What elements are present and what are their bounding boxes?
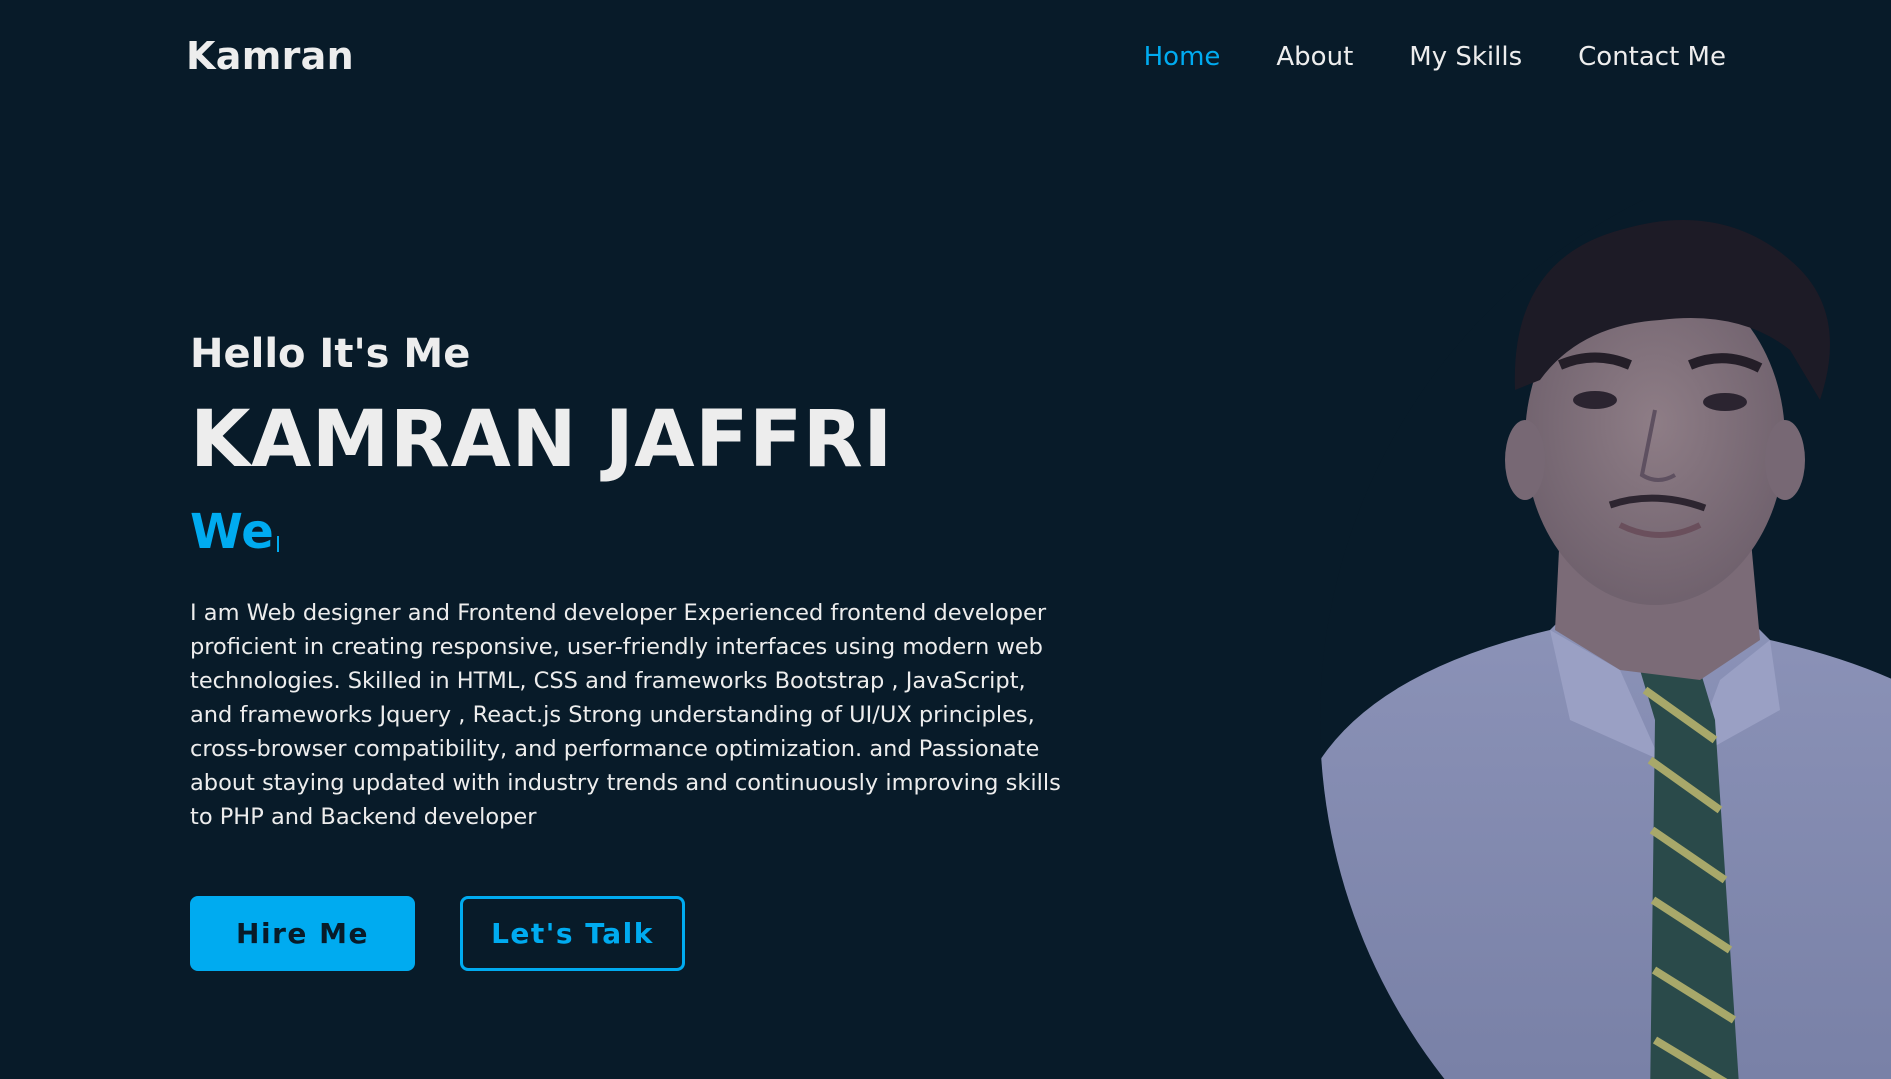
profile-photo (1320, 200, 1891, 1079)
hire-me-button[interactable]: Hire Me (190, 895, 415, 971)
hero-button-group: Hire Me Let's Talk (190, 895, 1090, 971)
typing-text: We (190, 503, 274, 560)
profile-image-container (1320, 200, 1891, 1079)
nav-link-contact-me[interactable]: Contact Me (1578, 42, 1726, 72)
lets-talk-button[interactable]: Let's Talk (460, 895, 685, 971)
nav-link-about[interactable]: About (1276, 42, 1353, 72)
hero-name: KAMRAN JAFFRI (190, 395, 893, 485)
portfolio-page: Kamran Home About My Skills Contact Me H… (0, 0, 1891, 1079)
hero-greeting: Hello It's Me (190, 331, 471, 377)
site-header: Kamran Home About My Skills Contact Me (0, 0, 1891, 118)
hero-description: I am Web designer and Frontend developer… (190, 599, 1061, 830)
main-nav: Home About My Skills Contact Me (1144, 42, 1726, 72)
nav-link-home[interactable]: Home (1144, 42, 1221, 72)
hero-section: Hello It's Me KAMRAN JAFFRI We I am Web … (190, 330, 1090, 971)
typing-line: We (190, 498, 1090, 556)
typing-cursor (276, 535, 279, 552)
nav-link-my-skills[interactable]: My Skills (1409, 42, 1522, 72)
logo-link[interactable]: Kamran (186, 34, 354, 78)
